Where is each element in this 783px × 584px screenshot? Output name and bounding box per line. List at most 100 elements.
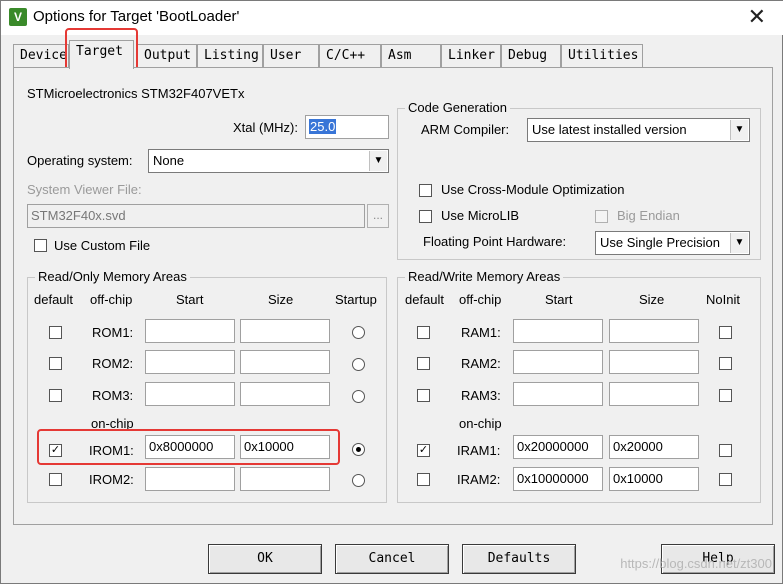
device-name: STMicroelectronics STM32F407VETx — [27, 86, 245, 101]
rom1-startup-radio[interactable] — [352, 326, 365, 339]
ram3-default-checkbox[interactable] — [417, 389, 430, 402]
microlib-checkbox[interactable] — [419, 210, 432, 223]
ram2-start-input[interactable] — [513, 350, 603, 374]
rom3-label: ROM3: — [92, 388, 134, 403]
microlib-label: Use MicroLIB — [441, 208, 520, 223]
cross-module-checkbox[interactable] — [419, 184, 432, 197]
rom-header-start: Start — [176, 292, 204, 307]
iram2-start-input[interactable]: 0x10000000 — [513, 467, 603, 491]
ram2-default-checkbox[interactable] — [417, 357, 430, 370]
ram-header-offchip: off-chip — [459, 292, 502, 307]
compiler-value: Use latest installed version — [532, 122, 687, 137]
ram-header-noinit: NoInit — [706, 292, 740, 307]
xtal-value: 25.0 — [309, 119, 337, 134]
rom2-start-input[interactable] — [145, 350, 235, 374]
rom2-startup-radio[interactable] — [352, 358, 365, 371]
tab-listing[interactable]: Listing — [197, 44, 263, 68]
ram1-label: RAM1: — [461, 325, 501, 340]
ram1-noinit-checkbox[interactable] — [719, 326, 732, 339]
chevron-down-icon: ▼ — [730, 233, 748, 253]
fp-label: Floating Point Hardware: — [423, 234, 567, 249]
irom2-default-checkbox[interactable] — [49, 473, 62, 486]
ok-button[interactable]: OK — [208, 544, 322, 574]
svd-input[interactable]: STM32F40x.svd — [27, 204, 365, 228]
fp-select[interactable]: Use Single Precision ▼ — [595, 231, 750, 255]
defaults-button[interactable]: Defaults — [462, 544, 576, 574]
rom-header-size: Size — [268, 292, 294, 307]
keil-app-icon: V — [9, 8, 27, 26]
ram-header-start: Start — [545, 292, 573, 307]
tab-device[interactable]: Device — [13, 44, 69, 68]
rom2-default-checkbox[interactable] — [49, 357, 62, 370]
options-dialog: V Options for Target 'BootLoader' ✕ Devi… — [0, 0, 783, 584]
ram-legend: Read/Write Memory Areas — [405, 269, 564, 284]
rom1-default-checkbox[interactable] — [49, 326, 62, 339]
os-value: None — [153, 153, 185, 168]
irom2-start-input[interactable] — [145, 467, 235, 491]
rom-header-startup: Startup — [335, 292, 377, 307]
svd-label: System Viewer File: — [27, 182, 142, 197]
iram1-noinit-checkbox[interactable] — [719, 444, 732, 457]
rom2-label: ROM2: — [92, 356, 134, 371]
rom-header-default: default — [34, 292, 74, 307]
ram2-size-input[interactable] — [609, 350, 699, 374]
rom1-size-input[interactable] — [240, 319, 330, 343]
svd-browse-button[interactable]: ... — [367, 204, 389, 228]
xtal-input[interactable]: 25.0 — [305, 115, 389, 139]
ram-header-size: Size — [639, 292, 665, 307]
rom2-size-input[interactable] — [240, 350, 330, 374]
ram3-size-input[interactable] — [609, 382, 699, 406]
custom-file-checkbox[interactable] — [34, 239, 47, 252]
tab-output[interactable]: Output — [137, 44, 197, 68]
os-label: Operating system: — [27, 153, 133, 168]
code-generation-legend: Code Generation — [405, 100, 511, 115]
tab-asm[interactable]: Asm — [381, 44, 441, 68]
chevron-down-icon: ▼ — [369, 151, 387, 171]
irom2-startup-radio[interactable] — [352, 474, 365, 487]
ram1-start-input[interactable] — [513, 319, 603, 343]
cancel-button[interactable]: Cancel — [335, 544, 449, 574]
rom3-default-checkbox[interactable] — [49, 389, 62, 402]
big-endian-label: Big Endian — [617, 208, 680, 223]
iram2-default-checkbox[interactable] — [417, 473, 430, 486]
rom3-startup-radio[interactable] — [352, 390, 365, 403]
os-select[interactable]: None ▼ — [148, 149, 389, 173]
ram1-default-checkbox[interactable] — [417, 326, 430, 339]
ram-onchip-label: on-chip — [459, 416, 502, 431]
ram2-noinit-checkbox[interactable] — [719, 357, 732, 370]
ram1-size-input[interactable] — [609, 319, 699, 343]
ram3-start-input[interactable] — [513, 382, 603, 406]
rom3-start-input[interactable] — [145, 382, 235, 406]
fp-value: Use Single Precision — [600, 235, 720, 250]
iram2-noinit-checkbox[interactable] — [719, 473, 732, 486]
close-icon[interactable]: ✕ — [748, 4, 766, 30]
custom-file-label: Use Custom File — [54, 238, 151, 253]
rom1-start-input[interactable] — [145, 319, 235, 343]
tab-debug[interactable]: Debug — [501, 44, 561, 68]
iram1-size-input[interactable]: 0x20000 — [609, 435, 699, 459]
irom2-size-input[interactable] — [240, 467, 330, 491]
rom3-size-input[interactable] — [240, 382, 330, 406]
iram2-size-input[interactable]: 0x10000 — [609, 467, 699, 491]
irom1-startup-radio[interactable] — [352, 443, 365, 456]
rom1-label: ROM1: — [92, 325, 134, 340]
iram1-default-checkbox[interactable]: ✓ — [417, 444, 430, 457]
ram-header-default: default — [405, 292, 445, 307]
tab-user[interactable]: User — [263, 44, 319, 68]
tab-cpp[interactable]: C/C++ — [319, 44, 381, 68]
tab-target[interactable]: Target — [69, 40, 134, 69]
big-endian-checkbox[interactable] — [595, 210, 608, 223]
tab-utilities[interactable]: Utilities — [561, 44, 643, 68]
chevron-down-icon: ▼ — [730, 120, 748, 140]
ram2-label: RAM2: — [461, 356, 501, 371]
tab-linker[interactable]: Linker — [441, 44, 501, 68]
iram2-label: IRAM2: — [457, 472, 501, 487]
watermark: https://blog.csdn.net/zt300 — [620, 556, 772, 571]
iram1-label: IRAM1: — [457, 443, 501, 458]
xtal-label: Xtal (MHz): — [233, 120, 298, 135]
compiler-select[interactable]: Use latest installed version ▼ — [527, 118, 750, 142]
ram3-noinit-checkbox[interactable] — [719, 389, 732, 402]
irom2-label: IROM2: — [89, 472, 134, 487]
rom-header-offchip: off-chip — [90, 292, 133, 307]
iram1-start-input[interactable]: 0x20000000 — [513, 435, 603, 459]
